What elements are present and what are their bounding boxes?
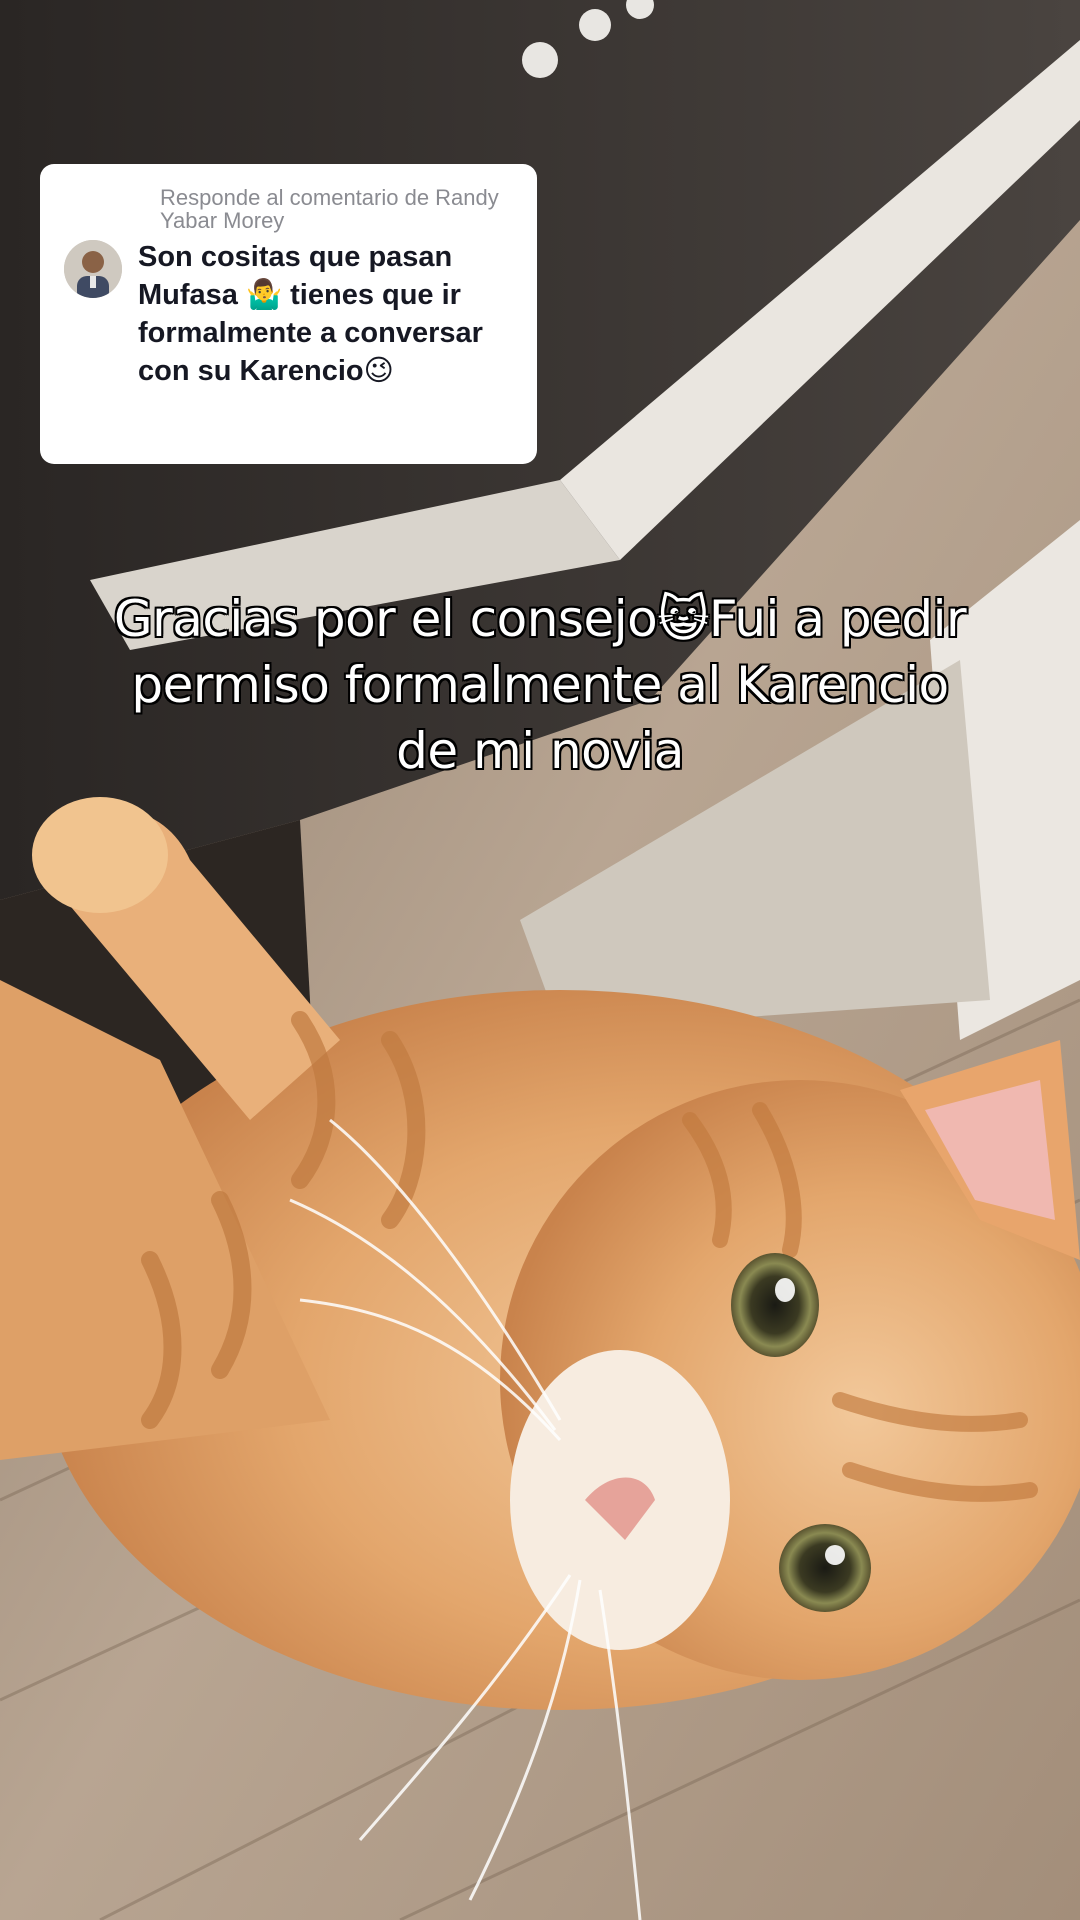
reply-body: Son cositas que pasan Mufasa 🤷‍♂️ tienes… <box>64 238 513 390</box>
avatar <box>64 240 122 298</box>
reply-comment-text: Son cositas que pasan Mufasa 🤷‍♂️ tienes… <box>138 241 483 387</box>
reply-header: Responde al comentario de Randy Yabar Mo… <box>160 185 499 233</box>
video-caption: Gracias por el consejo😺Fui a pedir permi… <box>113 590 967 780</box>
reply-comment-card[interactable]: Responde al comentario de Randy Yabar Mo… <box>40 164 537 464</box>
video-frame: Responde al comentario de Randy Yabar Mo… <box>0 0 1080 1920</box>
